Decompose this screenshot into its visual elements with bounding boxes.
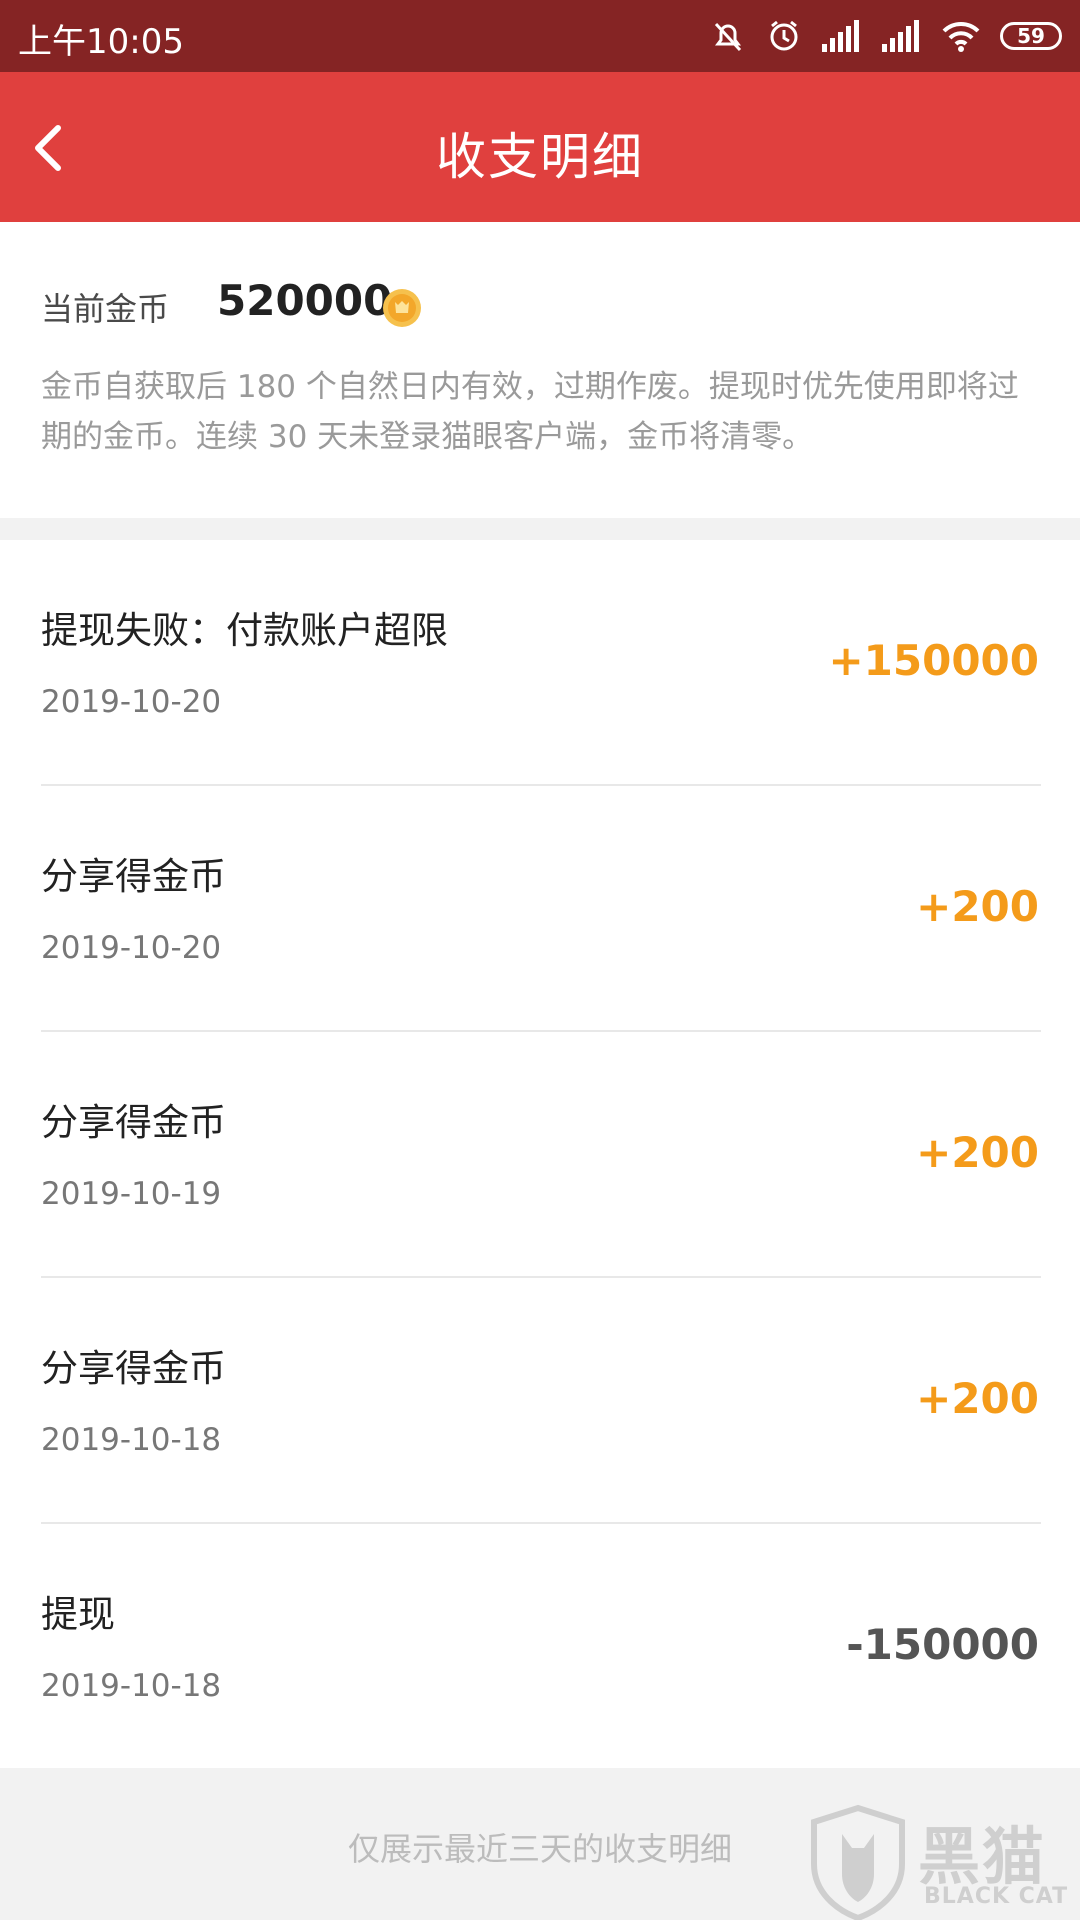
blackcat-logo-icon [811,1804,905,1920]
wifi-icon [942,21,980,52]
watermark-title: 黑猫 [918,1820,1047,1893]
transaction-list: 提现失败：付款账户超限 2019-10-20 +150000 分享得金币 201… [0,540,1080,1768]
transaction-date: 2019-10-20 [41,684,222,720]
battery-icon: 59 [1000,22,1062,50]
status-time: 上午10:05 [18,22,184,62]
page-title: 收支明细 [436,128,644,186]
footer: 仅展示最近三天的收支明细 黑猫 BLACK CAT [0,1768,1080,1920]
battery-level: 59 [1017,24,1045,48]
status-bar: 上午10:05 59 [0,0,1080,72]
blackcat-watermark: 黑猫 BLACK CAT [808,1804,1080,1920]
nav-bar: 收支明细 [0,72,1080,222]
current-coins-value: 520000 [217,276,393,325]
transaction-amount: +200 [916,1128,1039,1177]
watermark-subtitle: BLACK CAT [924,1884,1069,1909]
coin-validity-notice: 金币自获取后 180 个自然日内有效，过期作废。提现时优先使用即将过期的金币。连… [41,369,1019,455]
transaction-date: 2019-10-20 [41,930,222,966]
transaction-title: 分享得金币 [41,1347,226,1390]
transaction-date: 2019-10-19 [41,1176,222,1212]
transaction-row[interactable]: 分享得金币 2019-10-19 +200 [0,1032,1080,1278]
transaction-amount: +200 [916,1374,1039,1423]
status-icons: 59 [710,16,1062,56]
section-divider [0,518,1080,540]
transaction-title: 分享得金币 [41,1101,226,1144]
transaction-row[interactable]: 提现失败：付款账户超限 2019-10-20 +150000 [0,540,1080,786]
mute-notification-icon [714,22,742,52]
transaction-date: 2019-10-18 [41,1668,222,1704]
transaction-title: 提现失败：付款账户超限 [41,609,448,652]
transaction-amount: -150000 [846,1620,1039,1669]
transaction-amount: +200 [916,882,1039,931]
current-coins-label: 当前金币 [41,290,170,328]
transaction-row[interactable]: 分享得金币 2019-10-20 +200 [0,786,1080,1032]
transaction-title: 分享得金币 [41,855,226,898]
coin-summary: 当前金币 520000 金币自获取后 180 个自然日内有效，过期作废。提现时优… [0,222,1080,518]
coin-icon [383,289,421,327]
transaction-row[interactable]: 提现 2019-10-18 -150000 [0,1524,1080,1768]
transaction-date: 2019-10-18 [41,1422,222,1458]
signal-icon-2 [882,20,919,52]
alarm-icon [770,20,798,51]
signal-icon [822,20,859,52]
transaction-title: 提现 [41,1593,115,1636]
transaction-amount: +150000 [828,636,1039,685]
transaction-row[interactable]: 分享得金币 2019-10-18 +200 [0,1278,1080,1524]
